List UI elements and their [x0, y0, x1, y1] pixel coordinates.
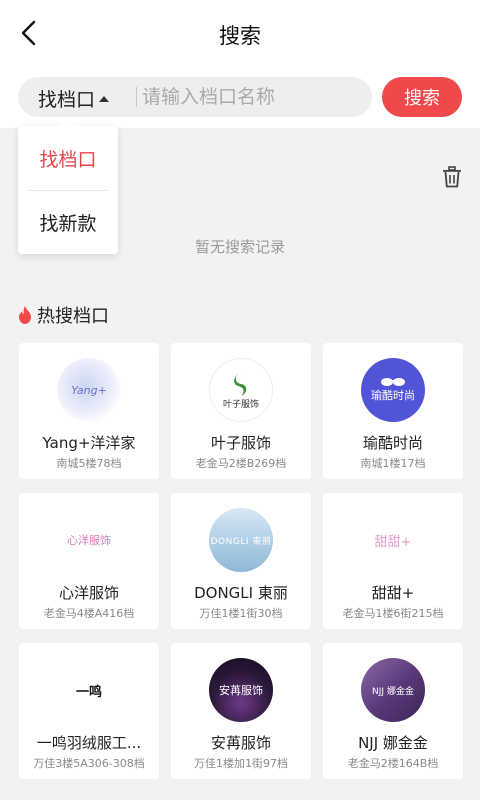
shop-logo: 安苒服饰	[209, 658, 273, 722]
leaf-icon	[234, 371, 247, 396]
shop-logo-text: 心洋服饰	[67, 534, 111, 547]
shop-logo: Yang+	[57, 358, 121, 422]
shop-name: DONGLI 東丽	[194, 584, 288, 602]
dropdown-option-new-style[interactable]: 找新款	[18, 190, 118, 254]
shop-name: 安苒服饰	[210, 734, 271, 752]
shop-location: 老金马2楼164B档	[347, 757, 439, 770]
shop-logo-text: 一鸣	[75, 684, 102, 700]
search-input[interactable]	[142, 81, 364, 113]
search-button[interactable]: 搜索	[382, 77, 462, 117]
shop-logo: 心洋服饰	[57, 508, 121, 572]
shop-name: 叶子服饰	[210, 434, 271, 452]
shop-location: 老金马1楼6街215档	[342, 607, 444, 620]
shop-card[interactable]: 瑜酷时尚 瑜酷时尚 南城1楼17档	[323, 343, 463, 479]
separator	[136, 87, 137, 107]
hot-section-label: 热搜档口	[37, 306, 109, 327]
shop-card[interactable]: 甜甜+ 甜甜+ 老金马1楼6街215档	[323, 493, 463, 629]
search-type-label: 找档口	[38, 89, 96, 111]
shop-name: 瑜酷时尚	[362, 434, 423, 452]
shop-card[interactable]: 一鸣 一鸣羽绒服工... 万佳3楼5A306-308档	[19, 643, 159, 779]
shop-card[interactable]: 心洋服饰 心洋服饰 老金马4楼A416档	[19, 493, 159, 629]
page-title: 搜索	[219, 24, 261, 48]
search-type-dropdown: 找档口 找新款	[18, 126, 118, 254]
shop-logo-text: NJJ 娜金金	[372, 686, 414, 697]
shop-card[interactable]: NJJ 娜金金 NJJ 娜金金 老金马2楼164B档	[323, 643, 463, 779]
hot-section-title: 热搜档口	[18, 302, 109, 328]
shop-logo-text: 瑜酷时尚	[371, 389, 415, 402]
search-type-selector[interactable]: 找档口	[38, 85, 110, 112]
shop-location: 万佳1楼加1街97档	[194, 757, 288, 770]
shop-location: 万佳1楼1街30档	[199, 607, 283, 620]
dropdown-option-stall[interactable]: 找档口	[18, 126, 118, 190]
header-bar: 搜索	[0, 0, 480, 66]
shop-card[interactable]: 安苒服饰 安苒服饰 万佳1楼加1街97档	[171, 643, 311, 779]
shop-name: 一鸣羽绒服工...	[36, 734, 142, 752]
shop-logo: 瑜酷时尚	[361, 358, 425, 422]
shop-logo: 叶子服饰	[209, 358, 273, 422]
caret-up-icon	[99, 95, 110, 102]
shop-name: 心洋服饰	[58, 584, 119, 602]
shop-location: 老金马2楼B269档	[195, 457, 287, 470]
shop-name: NJJ 娜金金	[358, 734, 428, 752]
shop-logo-text: DONGLI 東丽	[210, 536, 272, 547]
shop-name: 甜甜+	[371, 584, 415, 602]
trash-icon[interactable]	[442, 166, 462, 188]
shop-card[interactable]: 叶子服饰 叶子服饰 老金马2楼B269档	[171, 343, 311, 479]
shop-logo-text: 叶子服饰	[222, 399, 259, 410]
dropdown-pointer	[58, 117, 76, 127]
shop-name: Yang+洋洋家	[42, 434, 136, 452]
shop-card[interactable]: Yang+ Yang+洋洋家 南城5楼78档	[19, 343, 159, 479]
sunglasses-icon	[381, 378, 405, 386]
search-box: 找档口	[18, 77, 372, 117]
shop-logo-text: Yang+	[71, 383, 107, 397]
shop-logo-text: 甜甜+	[374, 534, 412, 550]
shop-logo: DONGLI 東丽	[209, 508, 273, 572]
shop-logo-text: 安苒服饰	[219, 684, 263, 697]
fire-icon	[19, 306, 31, 324]
shop-location: 老金马4楼A416档	[43, 607, 135, 620]
shop-location: 万佳3楼5A306-308档	[33, 757, 145, 770]
shop-card[interactable]: DONGLI 東丽 DONGLI 東丽 万佳1楼1街30档	[171, 493, 311, 629]
shop-location: 南城1楼17档	[360, 457, 426, 470]
shop-logo: NJJ 娜金金	[361, 658, 425, 722]
shop-logo: 一鸣	[57, 658, 121, 722]
shop-logo: 甜甜+	[361, 508, 425, 572]
shop-location: 南城5楼78档	[56, 457, 122, 470]
